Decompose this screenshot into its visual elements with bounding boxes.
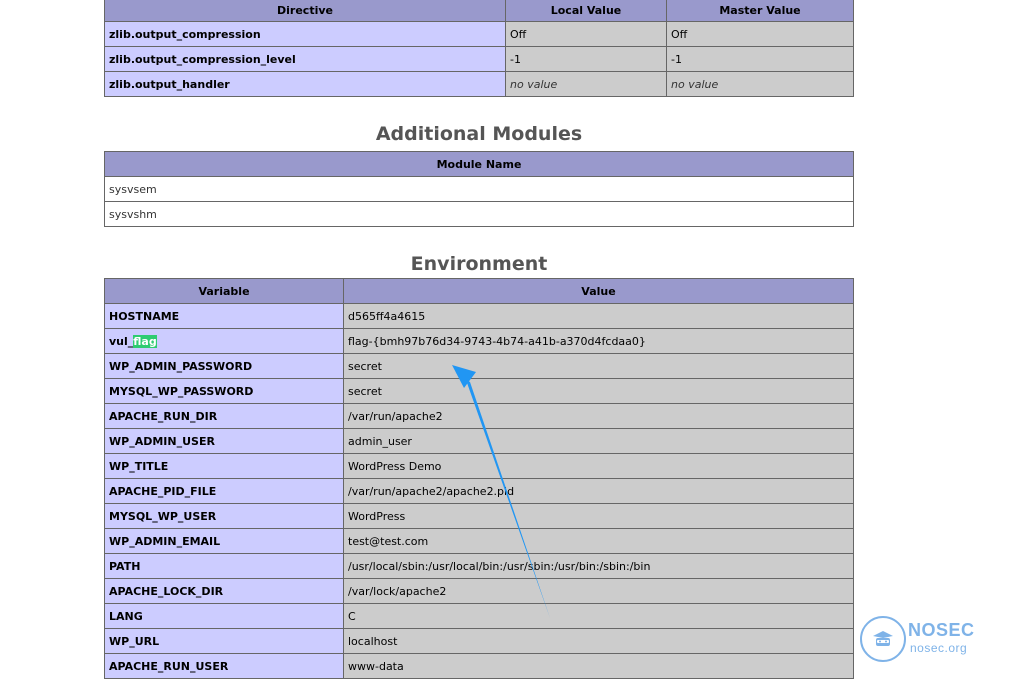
env-variable-value: localhost [343, 628, 854, 654]
table-row: MYSQL_WP_PASSWORD secret [104, 378, 854, 404]
env-variable-value: d565ff4a4615 [343, 303, 854, 329]
env-variable-value: C [343, 603, 854, 629]
no-value-text: no value [510, 77, 558, 91]
nosec-mascot-icon [860, 616, 906, 662]
env-variable-name: WP_ADMIN_PASSWORD [104, 353, 344, 379]
env-variable-value: test@test.com [343, 528, 854, 554]
column-header-value: Value [343, 278, 854, 304]
local-value: Off [505, 21, 667, 47]
env-variable-name: LANG [104, 603, 344, 629]
env-variable-value: /var/run/apache2/apache2.pid [343, 478, 854, 504]
table-row: HOSTNAME d565ff4a4615 [104, 303, 854, 329]
zlib-directives-table: Directive Local Value Master Value zlib.… [104, 0, 854, 97]
table-row: APACHE_RUN_DIR /var/run/apache2 [104, 403, 854, 429]
table-row: zlib.output_compression_level -1 -1 [104, 46, 854, 72]
master-value: Off [666, 21, 854, 47]
table-row: zlib.output_handler no value no value [104, 71, 854, 97]
flag-name-prefix: vul_ [109, 334, 134, 348]
env-variable-name: WP_TITLE [104, 453, 344, 479]
environment-table: Variable Value HOSTNAME d565ff4a4615 vul… [104, 278, 854, 679]
env-variable-name: MYSQL_WP_USER [104, 503, 344, 529]
table-row: PATH /usr/local/sbin:/usr/local/bin:/usr… [104, 553, 854, 579]
table-row: WP_ADMIN_EMAIL test@test.com [104, 528, 854, 554]
env-variable-value: WordPress Demo [343, 453, 854, 479]
column-header-directive: Directive [104, 0, 506, 22]
watermark-domain: nosec.org [910, 641, 968, 655]
search-highlight: flag [133, 334, 157, 348]
env-variable-name-flag: vul_flag [104, 328, 344, 354]
table-header-row: Module Name [104, 151, 854, 177]
section-title-additional-modules: Additional Modules [375, 123, 583, 145]
table-row: LANG C [104, 603, 854, 629]
watermark-brand: NOSEC [908, 620, 975, 640]
env-variable-value: www-data [343, 653, 854, 679]
env-variable-name: WP_ADMIN_USER [104, 428, 344, 454]
env-variable-value: WordPress [343, 503, 854, 529]
table-header-row: Variable Value [104, 278, 854, 304]
table-row: WP_ADMIN_PASSWORD secret [104, 353, 854, 379]
nosec-watermark: NOSEC nosec.org [858, 614, 988, 664]
table-row: APACHE_PID_FILE /var/run/apache2/apache2… [104, 478, 854, 504]
master-value: -1 [666, 46, 854, 72]
env-variable-name: APACHE_PID_FILE [104, 478, 344, 504]
table-header-row: Directive Local Value Master Value [104, 0, 854, 22]
table-row: WP_URL localhost [104, 628, 854, 654]
env-variable-name: APACHE_RUN_DIR [104, 403, 344, 429]
env-variable-value: secret [343, 353, 854, 379]
module-name: sysvsem [104, 176, 854, 202]
env-variable-value: /var/run/apache2 [343, 403, 854, 429]
directive-name: zlib.output_compression [104, 21, 506, 47]
local-value: -1 [505, 46, 667, 72]
no-value-text: no value [671, 77, 719, 91]
env-variable-name: APACHE_RUN_USER [104, 653, 344, 679]
local-value: no value [505, 71, 667, 97]
env-variable-value: admin_user [343, 428, 854, 454]
section-title-environment: Environment [410, 253, 548, 275]
directive-name: zlib.output_handler [104, 71, 506, 97]
table-row: APACHE_RUN_USER www-data [104, 653, 854, 679]
env-variable-name: WP_URL [104, 628, 344, 654]
table-row: sysvsem [104, 176, 854, 202]
column-header-master-value: Master Value [666, 0, 854, 22]
table-row: WP_ADMIN_USER admin_user [104, 428, 854, 454]
column-header-variable: Variable [104, 278, 344, 304]
table-row: WP_TITLE WordPress Demo [104, 453, 854, 479]
env-variable-name: APACHE_LOCK_DIR [104, 578, 344, 604]
table-row: sysvshm [104, 201, 854, 227]
env-variable-name: PATH [104, 553, 344, 579]
column-header-module-name: Module Name [104, 151, 854, 177]
master-value: no value [666, 71, 854, 97]
table-row: MYSQL_WP_USER WordPress [104, 503, 854, 529]
module-name: sysvshm [104, 201, 854, 227]
env-variable-value: secret [343, 378, 854, 404]
table-row-flag: vul_flag flag-{bmh97b76d34-9743-4b74-a41… [104, 328, 854, 354]
env-variable-name: HOSTNAME [104, 303, 344, 329]
directive-name: zlib.output_compression_level [104, 46, 506, 72]
table-row: zlib.output_compression Off Off [104, 21, 854, 47]
column-header-local-value: Local Value [505, 0, 667, 22]
additional-modules-table: Module Name sysvsem sysvshm [104, 151, 854, 227]
env-variable-value: /usr/local/sbin:/usr/local/bin:/usr/sbin… [343, 553, 854, 579]
env-variable-value: /var/lock/apache2 [343, 578, 854, 604]
env-variable-name: MYSQL_WP_PASSWORD [104, 378, 344, 404]
table-row: APACHE_LOCK_DIR /var/lock/apache2 [104, 578, 854, 604]
env-variable-name: WP_ADMIN_EMAIL [104, 528, 344, 554]
flag-value: flag-{bmh97b76d34-9743-4b74-a41b-a370d4f… [343, 328, 854, 354]
